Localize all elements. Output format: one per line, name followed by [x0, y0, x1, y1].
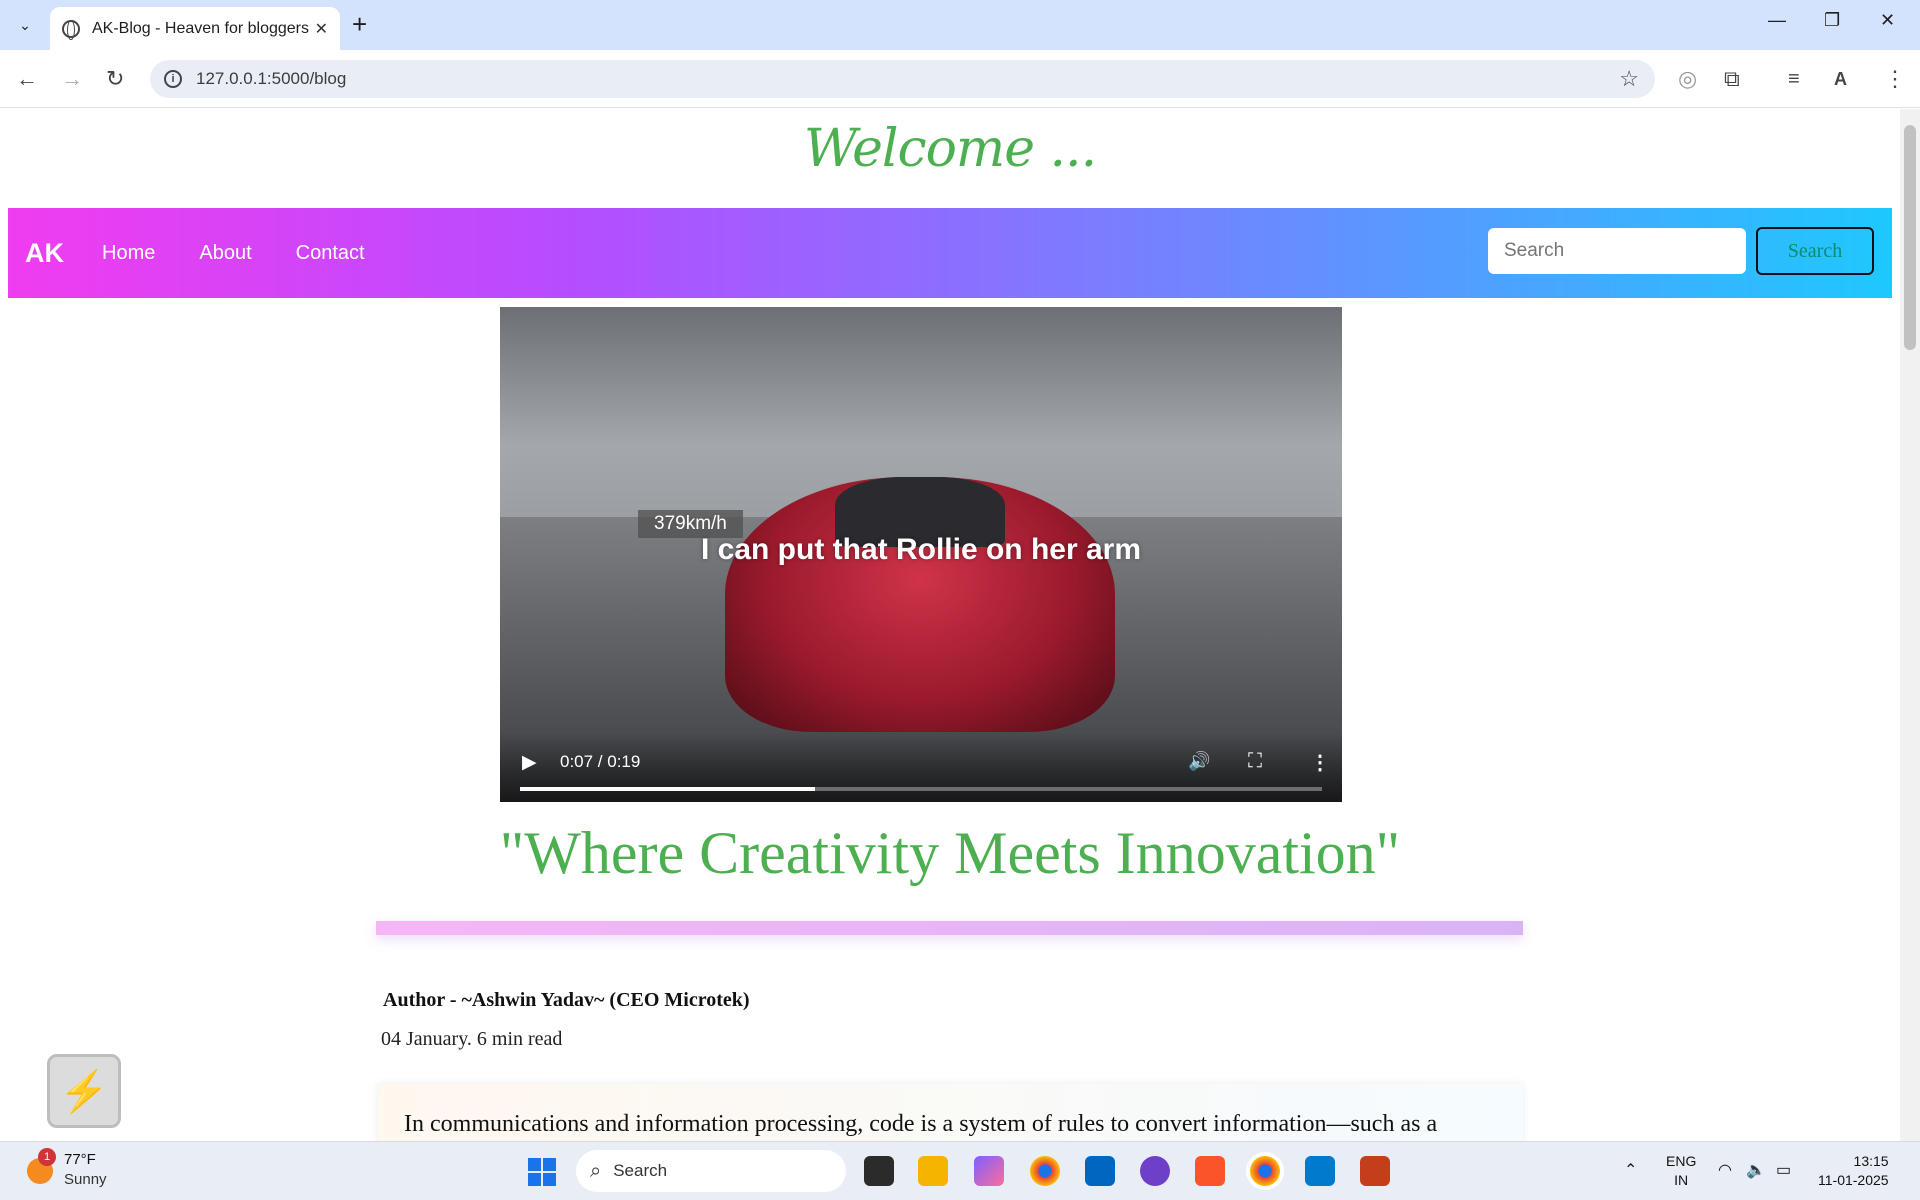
site-info-icon[interactable]: i [164, 70, 182, 88]
volume-icon[interactable]: 🔊 [1188, 751, 1210, 772]
speaker-icon[interactable]: 🔈 [1746, 1160, 1766, 1180]
article-text: In communications and information proces… [404, 1111, 1438, 1137]
powerpoint-icon[interactable] [1360, 1156, 1390, 1186]
close-window-icon[interactable]: ✕ [1880, 10, 1895, 31]
divider-bar [376, 921, 1523, 935]
address-bar[interactable]: i 127.0.0.1:5000/blog ☆ [150, 60, 1655, 98]
weather-temp: 77°F [64, 1151, 96, 1168]
tab-search-chevron-icon[interactable]: ⌄ [10, 12, 40, 38]
extension-icon[interactable]: ◎ [1678, 64, 1697, 94]
back-icon[interactable]: ← [16, 64, 38, 94]
more-options-icon[interactable]: ⋮ [1310, 750, 1330, 775]
media-control-icon[interactable]: ≡ [1788, 64, 1800, 94]
tray-expand-icon[interactable]: ⌃ [1624, 1160, 1637, 1180]
clock-time: 13:15 [1853, 1153, 1889, 1169]
search-icon: ⌕ [590, 1159, 602, 1182]
lang-line1: ENG [1666, 1153, 1697, 1169]
active-tab[interactable]: AK-Blog - Heaven for bloggers ✕ [50, 7, 340, 50]
play-icon[interactable]: ▶ [522, 751, 537, 774]
video-progress-fill [520, 787, 816, 791]
weather-badge: 1 [38, 1148, 56, 1166]
search-button[interactable]: Search [1756, 227, 1874, 275]
fullscreen-icon[interactable]: ⛶ [1248, 750, 1262, 773]
vscode-icon[interactable] [1305, 1156, 1335, 1186]
wifi-icon[interactable]: ◠ [1718, 1160, 1732, 1180]
taskbar-search-label: Search [613, 1161, 668, 1180]
bookmark-star-icon[interactable]: ☆ [1619, 66, 1639, 92]
floating-widget-icon[interactable]: ⚡ [47, 1054, 121, 1128]
scrollbar-thumb[interactable] [1904, 125, 1916, 350]
globe-icon [62, 19, 80, 40]
chrome-profile-icon[interactable] [1250, 1156, 1280, 1186]
extensions-puzzle-icon[interactable]: ⧉ [1724, 64, 1740, 94]
tagline-heading: "Where Creativity Meets Innovation" [499, 820, 1401, 886]
publish-date: 04 January. 6 min read [381, 1028, 563, 1050]
author-line: Author - ~Ashwin Yadav~ (CEO Microtek) [383, 989, 750, 1011]
brave-icon[interactable] [1195, 1156, 1225, 1186]
nav-about-link[interactable]: About [199, 242, 251, 265]
store-icon[interactable] [1085, 1156, 1115, 1186]
web-page: Welcome ... AK Home About Contact Search… [0, 109, 1900, 1141]
clock[interactable]: 13:15 11-01-2025 [1818, 1152, 1889, 1190]
tab-strip: ⌄ AK-Blog - Heaven for bloggers ✕ + — ❐ … [0, 0, 1920, 50]
search-input[interactable] [1488, 228, 1746, 274]
file-explorer-icon[interactable] [918, 1156, 948, 1186]
video-controls: ▶ 0:07 / 0:19 🔊 ⛶ ⋮ [500, 732, 1342, 802]
taskbar-search[interactable]: ⌕ Search [576, 1150, 846, 1192]
tab-close-icon[interactable]: ✕ [315, 19, 328, 39]
browser-menu-icon[interactable]: ⋮ [1884, 64, 1906, 94]
task-view-icon[interactable] [864, 1156, 894, 1186]
profile-avatar[interactable]: A [1834, 64, 1847, 94]
start-windows-icon[interactable] [528, 1158, 556, 1186]
language-indicator[interactable]: ENG IN [1666, 1152, 1696, 1190]
tab-title: AK-Blog - Heaven for bloggers [92, 19, 309, 37]
clock-date: 11-01-2025 [1818, 1172, 1889, 1188]
battery-icon[interactable]: ▭ [1776, 1160, 1791, 1180]
weather-condition: Sunny [64, 1171, 107, 1188]
video-time: 0:07 / 0:19 [560, 752, 641, 771]
nav-contact-link[interactable]: Contact [296, 242, 365, 265]
video-progress-bar[interactable] [520, 787, 1322, 791]
welcome-heading: Welcome ... [803, 119, 1097, 179]
new-tab-button[interactable]: + [352, 10, 367, 38]
page-scrollbar[interactable] [1900, 109, 1920, 1141]
brand-logo[interactable]: AK [25, 238, 64, 269]
url-text: 127.0.0.1:5000/blog [196, 69, 347, 88]
taskbar: 1 77°F Sunny ⌕ Search ⌃ ENG IN ◠ 🔈 ▭ 13:… [0, 1141, 1920, 1200]
reload-icon[interactable]: ↻ [106, 64, 124, 94]
video-caption: I can put that Rollie on her arm [700, 533, 1142, 566]
article-card: In communications and information proces… [378, 1084, 1523, 1141]
chrome-icon[interactable] [1030, 1156, 1060, 1186]
browser-toolbar: ← → ↻ i 127.0.0.1:5000/blog ☆ ◎ ⧉ ≡ A ⋮ [0, 50, 1920, 108]
nav-home-link[interactable]: Home [102, 242, 155, 265]
restore-icon[interactable]: ❐ [1824, 10, 1840, 31]
github-desktop-icon[interactable] [1140, 1156, 1170, 1186]
navbar: AK Home About Contact Search [8, 208, 1892, 298]
video-player[interactable]: 379km/h I can put that Rollie on her arm… [500, 307, 1342, 802]
lang-line2: IN [1674, 1172, 1689, 1188]
minimize-icon[interactable]: — [1768, 10, 1786, 31]
forward-icon[interactable]: → [61, 64, 83, 94]
copilot-icon[interactable] [974, 1156, 1004, 1186]
